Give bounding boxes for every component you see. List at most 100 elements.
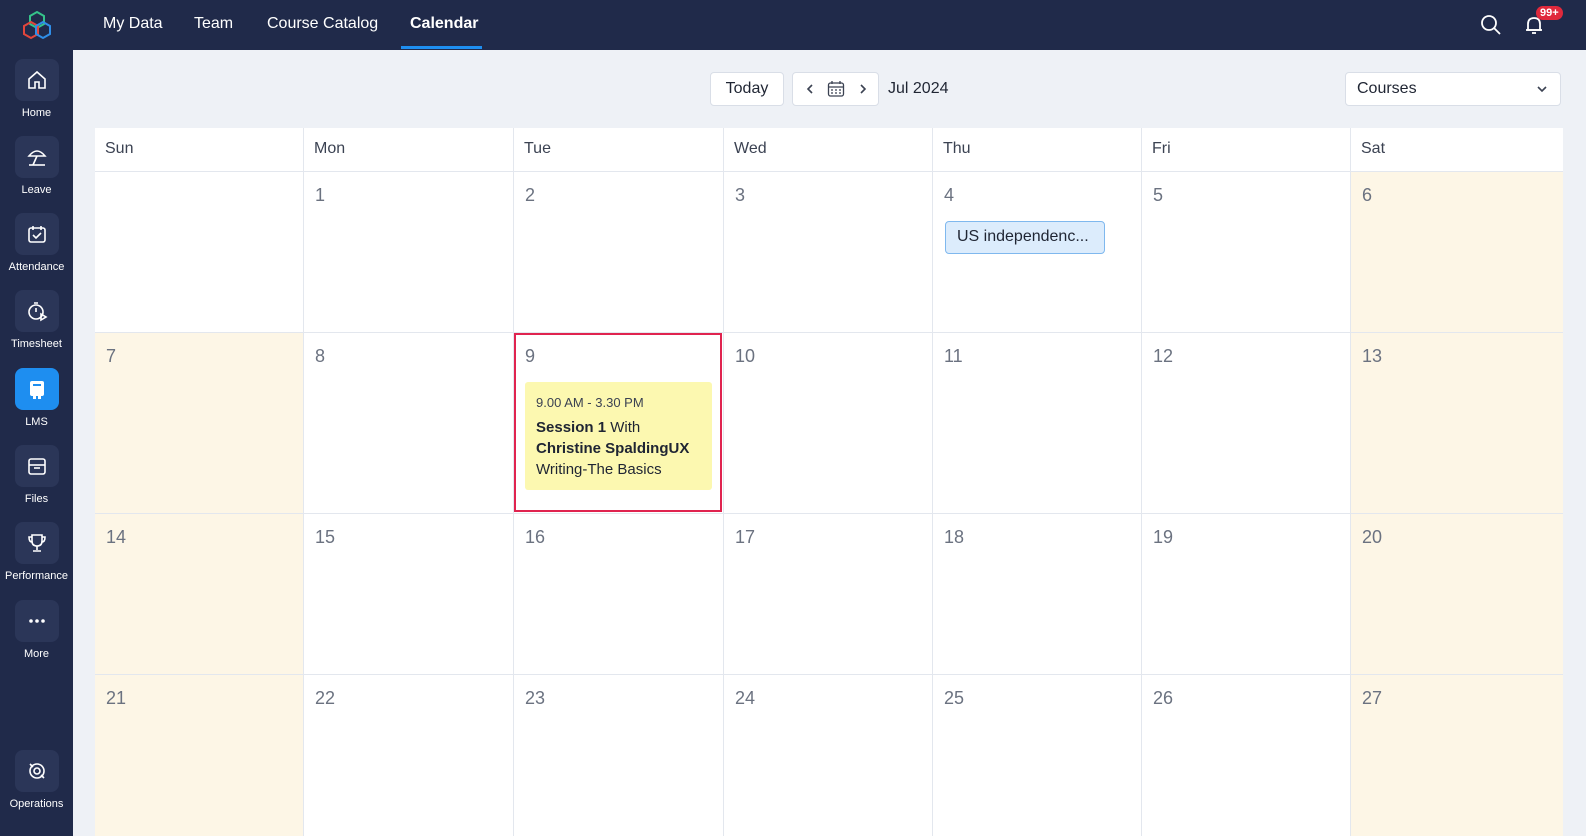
folder-icon	[14, 445, 59, 487]
day-number: 7	[106, 346, 117, 366]
calendar-icon	[827, 81, 845, 97]
day-number: 15	[315, 527, 336, 547]
day-number: 26	[1153, 688, 1174, 708]
event-title-instructor: Christine SpaldingUX	[536, 440, 690, 457]
weekday-header-fri: Fri	[1142, 128, 1351, 172]
sidebar-item-performance[interactable]: Performance	[0, 522, 73, 592]
tab-team[interactable]: Team	[194, 0, 233, 50]
event-title-session: Session 1	[536, 419, 607, 436]
weekday-header-thu: Thu	[933, 128, 1142, 172]
app-logo-icon[interactable]	[22, 10, 52, 40]
day-number: 12	[1153, 346, 1174, 366]
day-cell[interactable]: 1	[304, 172, 514, 333]
date-navigation-group	[792, 72, 879, 106]
chevron-down-icon	[1537, 86, 1547, 93]
prev-month-button[interactable]	[805, 73, 815, 105]
day-number: 22	[315, 688, 336, 708]
day-cell[interactable]: 14	[95, 514, 304, 675]
weekday-header-sun: Sun	[95, 128, 304, 172]
day-cell[interactable]: 2	[514, 172, 724, 333]
tab-calendar[interactable]: Calendar	[410, 0, 478, 50]
day-cell[interactable]: 26	[1142, 675, 1351, 836]
sidebar-item-leave[interactable]: Leave	[0, 136, 73, 206]
day-cell[interactable]: 19	[1142, 514, 1351, 675]
day-cell[interactable]: 18	[933, 514, 1142, 675]
day-cell[interactable]: 3	[724, 172, 933, 333]
day-number: 16	[525, 527, 546, 547]
trophy-icon	[14, 522, 59, 564]
more-dots-icon	[14, 600, 59, 642]
day-number: 14	[106, 527, 127, 547]
day-number: 18	[944, 527, 965, 547]
sidebar-item-attendance[interactable]: Attendance	[0, 213, 73, 283]
tab-course-catalog[interactable]: Course Catalog	[267, 0, 378, 50]
weekday-header-wed: Wed	[724, 128, 933, 172]
today-button[interactable]: Today	[710, 72, 784, 106]
day-cell[interactable]: 27	[1351, 675, 1563, 836]
day-number: 3	[735, 185, 746, 205]
event-title: Session 1 With Christine SpaldingUX Writ…	[536, 417, 706, 480]
day-cell[interactable]: 21	[95, 675, 304, 836]
home-icon	[14, 59, 59, 101]
day-cell[interactable]: 23	[514, 675, 724, 836]
course-event-card[interactable]: 9.00 AM - 3.30 PM Session 1 With Christi…	[525, 382, 712, 490]
next-month-button[interactable]	[858, 73, 868, 105]
sidebar-item-more[interactable]: More	[0, 600, 73, 670]
day-number: 20	[1362, 527, 1383, 547]
sidebar-item-label: Attendance	[8, 261, 65, 273]
sidebar-item-label: Performance	[5, 570, 68, 582]
chevron-right-icon	[860, 84, 867, 94]
day-cell[interactable]	[95, 172, 304, 333]
operations-icon	[14, 750, 59, 792]
day-cell[interactable]: 25	[933, 675, 1142, 836]
notification-badge: 99+	[1536, 6, 1563, 20]
event-title-course: Writing-The Basics	[536, 461, 662, 478]
search-icon[interactable]	[1479, 13, 1503, 37]
day-cell[interactable]: 6	[1351, 172, 1563, 333]
day-cell[interactable]: 11	[933, 333, 1142, 514]
date-picker-button[interactable]	[827, 73, 845, 105]
day-number: 2	[525, 185, 536, 205]
book-icon	[14, 368, 59, 410]
sidebar-item-label: Home	[21, 107, 52, 119]
day-number: 24	[735, 688, 756, 708]
courses-dropdown[interactable]: Courses	[1345, 72, 1561, 106]
sidebar-item-operations[interactable]: Operations	[0, 750, 73, 820]
holiday-chip-us-independence[interactable]: US independenc...	[945, 221, 1105, 254]
sidebar-item-home[interactable]: Home	[0, 59, 73, 129]
day-cell[interactable]: 24	[724, 675, 933, 836]
day-cell[interactable]: 13	[1351, 333, 1563, 514]
day-cell[interactable]: 20	[1351, 514, 1563, 675]
sidebar-item-files[interactable]: Files	[0, 445, 73, 515]
sidebar-item-label: More	[23, 648, 50, 660]
day-cell[interactable]: 7	[95, 333, 304, 514]
day-number: 1	[315, 185, 326, 205]
day-cell[interactable]: 15	[304, 514, 514, 675]
sidebar-item-label: LMS	[25, 416, 48, 428]
day-cell[interactable]: 12	[1142, 333, 1351, 514]
day-cell[interactable]: 5	[1142, 172, 1351, 333]
day-cell[interactable]: 22	[304, 675, 514, 836]
active-tab-indicator	[401, 46, 482, 49]
sidebar-item-timesheet[interactable]: Timesheet	[0, 290, 73, 360]
day-number: 5	[1153, 185, 1164, 205]
day-number: 10	[735, 346, 756, 366]
weekday-header-tue: Tue	[514, 128, 724, 172]
day-cell[interactable]: 10	[724, 333, 933, 514]
sidebar-item-lms[interactable]: LMS	[0, 368, 73, 438]
day-cell[interactable]: 8	[304, 333, 514, 514]
day-cell[interactable]: 16	[514, 514, 724, 675]
chevron-left-icon	[806, 84, 813, 94]
tab-my-data[interactable]: My Data	[103, 0, 163, 50]
stopwatch-icon	[14, 290, 59, 332]
sidebar: Home Leave Attendance Timesheet LMS File…	[0, 0, 73, 836]
day-number: 4	[944, 185, 955, 205]
weekday-header-sat: Sat	[1351, 128, 1563, 172]
weekday-header-mon: Mon	[304, 128, 514, 172]
day-cell[interactable]: 17	[724, 514, 933, 675]
day-number: 17	[735, 527, 756, 547]
current-month-label: Jul 2024	[888, 80, 949, 97]
calendar-month-grid: Sun Mon Tue Wed Thu Fri Sat 1 2 3 4 5 6 …	[95, 128, 1563, 836]
day-number: 19	[1153, 527, 1174, 547]
beach-umbrella-icon	[14, 136, 59, 178]
